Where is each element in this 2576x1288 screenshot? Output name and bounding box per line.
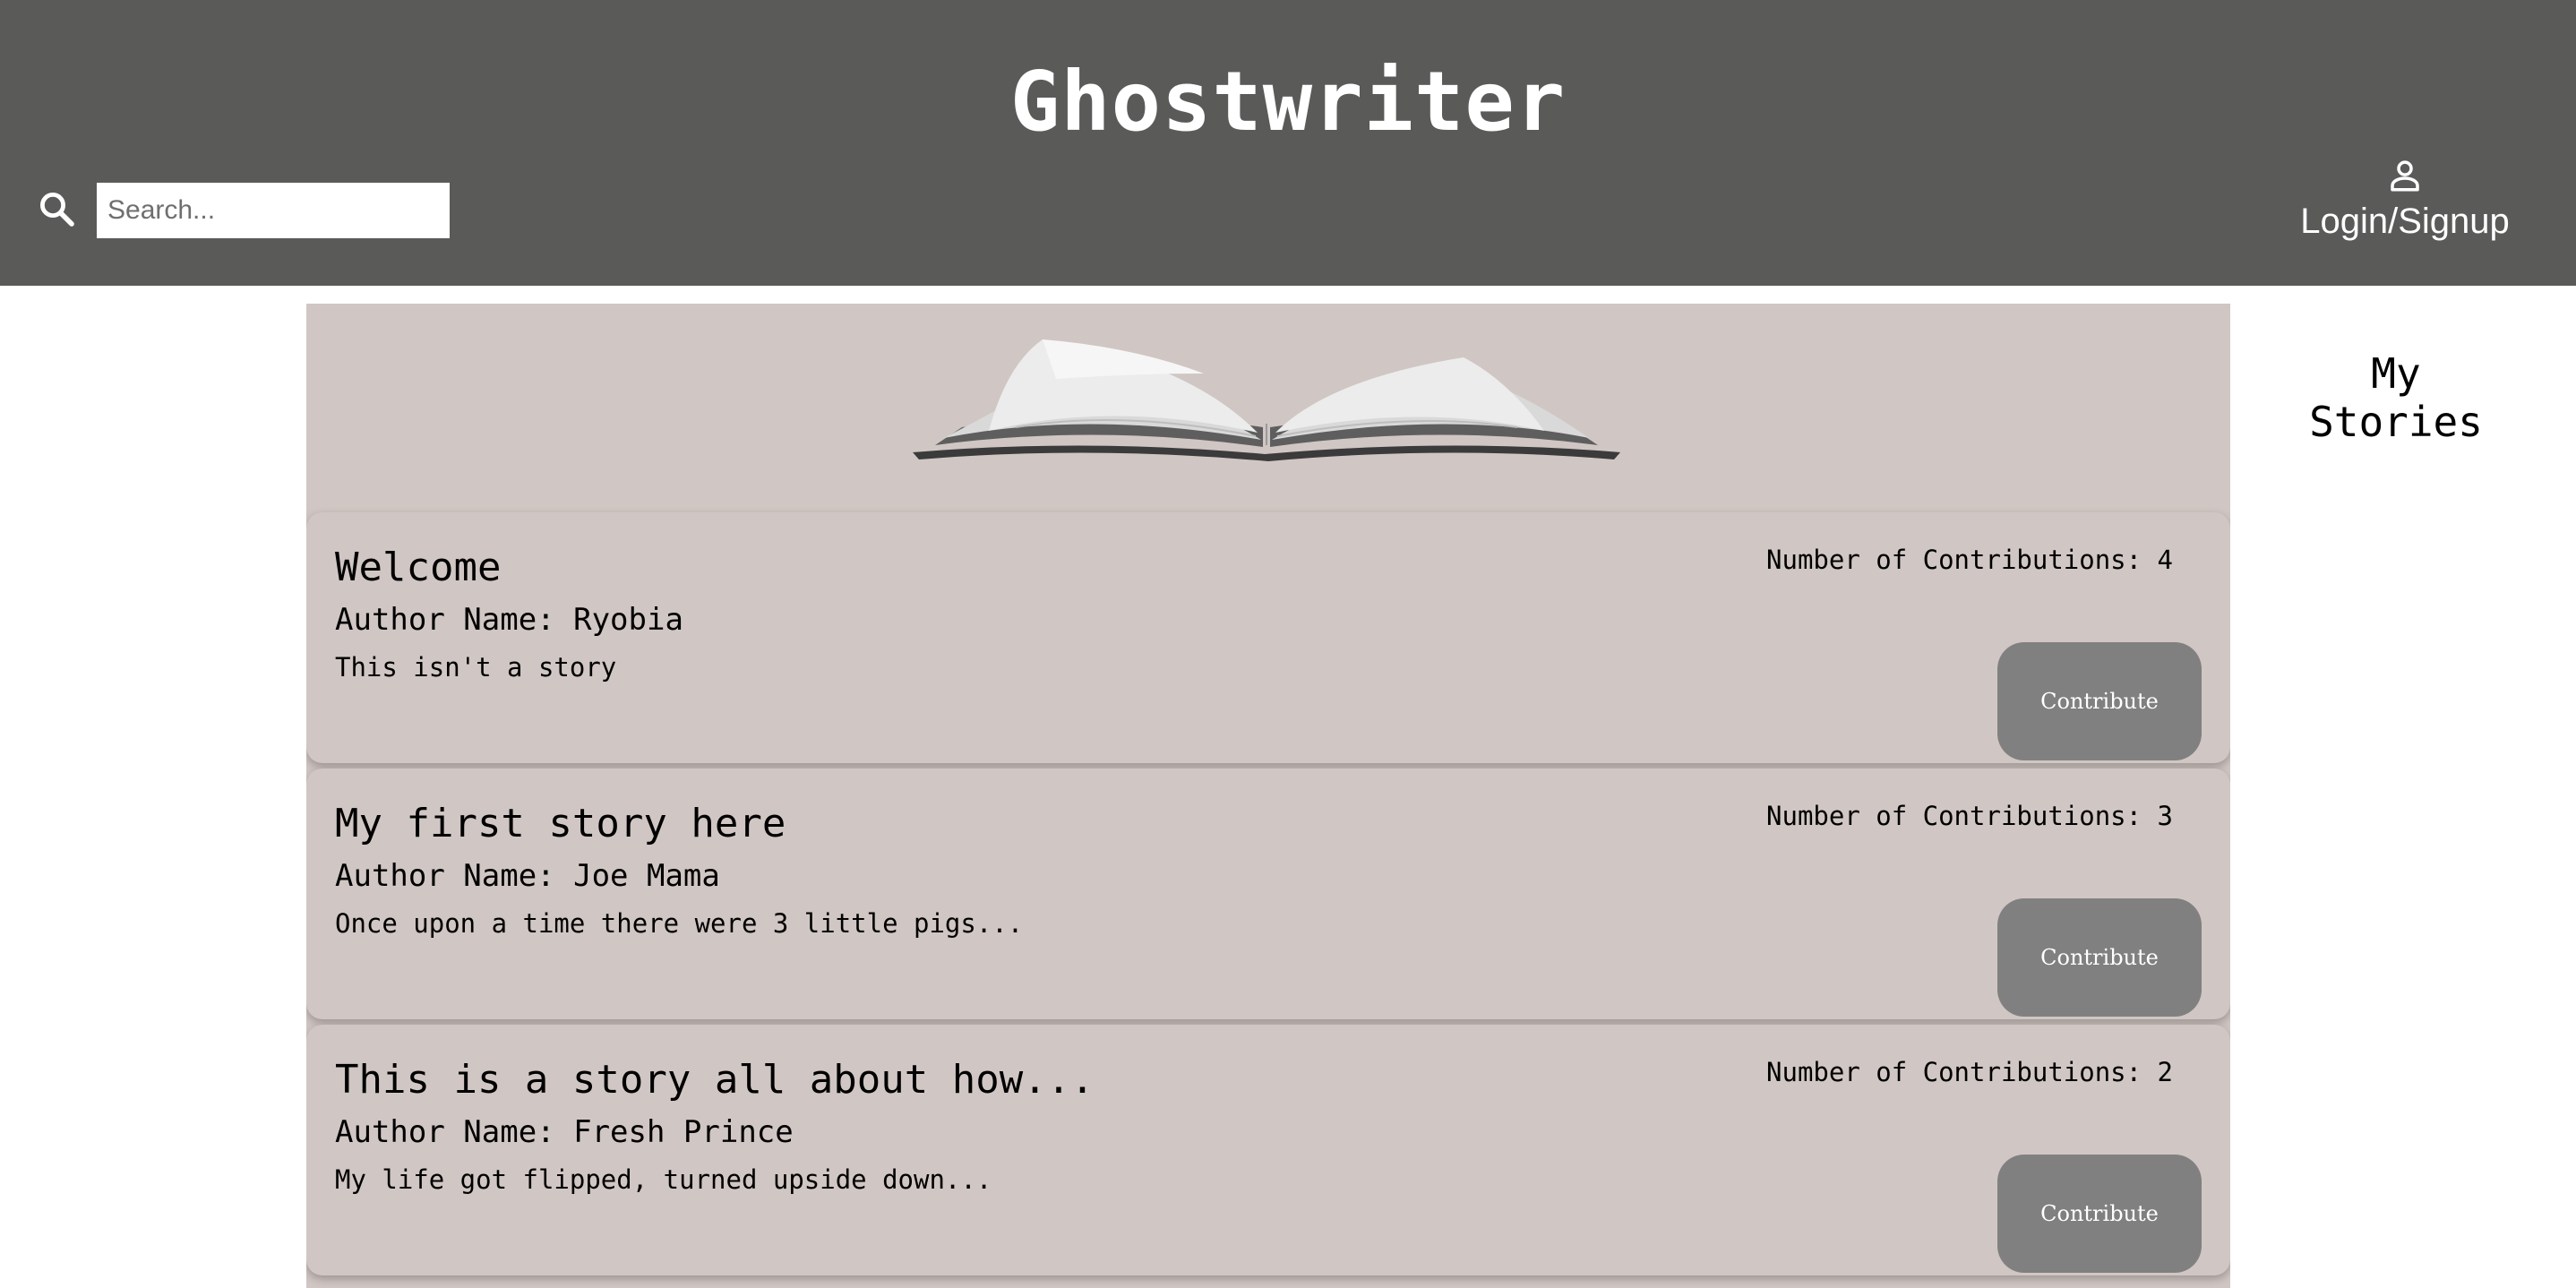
site-title: Ghostwriter (1009, 54, 1567, 150)
story-title[interactable]: Welcome (335, 545, 501, 590)
contribution-count: Number of Contributions: 4 (1766, 545, 2173, 575)
story-title[interactable]: This is a story all about how... (335, 1057, 1095, 1103)
story-author: Author Name: Ryobia (335, 602, 683, 638)
story-excerpt: Once upon a time there were 3 little pig… (335, 908, 1024, 939)
story-card[interactable]: Welcome Author Name: Ryobia This isn't a… (306, 512, 2230, 763)
open-book-illustration (913, 339, 1620, 461)
story-title[interactable]: My first story here (335, 801, 786, 846)
contribution-count: Number of Contributions: 3 (1766, 801, 2173, 831)
contribution-count: Number of Contributions: 2 (1766, 1057, 2173, 1087)
site-header: Ghostwriter Login/Signup (0, 0, 2576, 286)
story-author: Author Name: Fresh Prince (335, 1114, 794, 1150)
login-signup-label: Login/Signup (2300, 202, 2510, 241)
my-stories-link[interactable]: My Stories (2275, 349, 2517, 446)
search-input[interactable] (97, 183, 450, 238)
contribute-button[interactable]: Contribute (1997, 1155, 2202, 1273)
login-signup-button[interactable]: Login/Signup (2275, 157, 2535, 242)
story-excerpt: My life got flipped, turned upside down.… (335, 1164, 992, 1195)
contribute-button[interactable]: Contribute (1997, 642, 2202, 760)
contribute-button[interactable]: Contribute (1997, 898, 2202, 1017)
user-icon (2391, 160, 2419, 192)
story-card[interactable]: My first story here Author Name: Joe Mam… (306, 769, 2230, 1019)
story-author: Author Name: Joe Mama (335, 858, 720, 894)
hero-banner (306, 304, 2230, 514)
search-icon[interactable] (36, 188, 79, 231)
story-excerpt: This isn't a story (335, 652, 617, 683)
story-feed: Welcome Author Name: Ryobia This isn't a… (306, 304, 2230, 1288)
story-card[interactable]: This is a story all about how... Author … (306, 1025, 2230, 1275)
